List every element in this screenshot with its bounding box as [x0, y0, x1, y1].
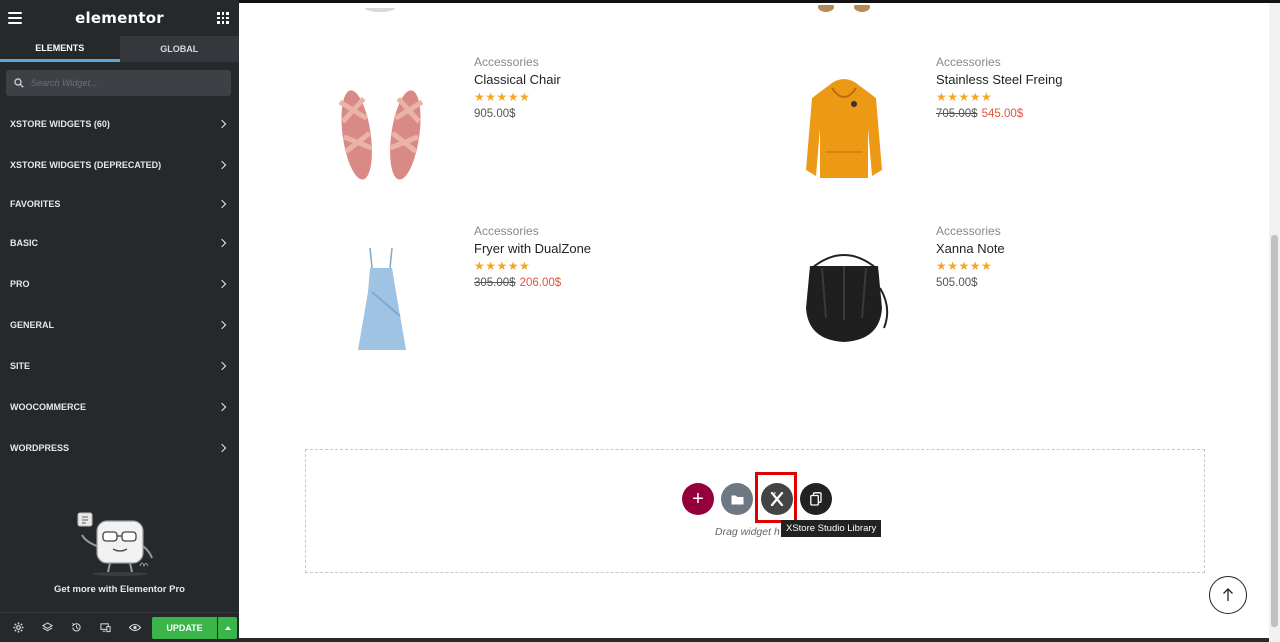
- product-price: 505.00$: [936, 277, 1005, 289]
- category-label: PRO: [10, 278, 30, 289]
- sale-price: 206.00$: [519, 277, 562, 289]
- elementor-editor: elementor ELEMENTS GLOBAL XSTORE WIDGETS…: [0, 0, 1280, 642]
- folder-icon: [731, 495, 743, 504]
- chevron-right-icon: [217, 361, 227, 370]
- category-xstore-widgets[interactable]: XSTORE WIDGETS (60): [0, 104, 239, 144]
- page-scrollbar[interactable]: [1269, 3, 1280, 642]
- product-item: Accessories Classical Chair ★★★★★ 905.00…: [474, 55, 561, 120]
- mascot-illustration-icon: [77, 512, 153, 576]
- category-general[interactable]: GENERAL: [0, 304, 239, 345]
- category-xstore-widgets-deprecated[interactable]: XSTORE WIDGETS (DEPRECATED): [0, 144, 239, 185]
- copy-paste-icon: [810, 492, 822, 506]
- product-image[interactable]: [796, 72, 892, 190]
- responsive-icon[interactable]: [91, 613, 120, 642]
- category-basic[interactable]: BASIC: [0, 222, 239, 263]
- chevron-right-icon: [217, 238, 227, 247]
- price: 505.00$: [936, 277, 978, 289]
- sidebar-footer: UPDATE: [0, 612, 239, 642]
- category-woocommerce[interactable]: WOOCOMMERCE: [0, 386, 239, 427]
- category-label: SITE: [10, 360, 31, 371]
- chevron-right-icon: [217, 119, 227, 129]
- scroll-to-top-button[interactable]: [1209, 576, 1247, 614]
- preview-eye-icon[interactable]: [120, 613, 149, 642]
- settings-icon[interactable]: [4, 613, 33, 642]
- scrollbar-thumb[interactable]: [1271, 235, 1278, 627]
- category-label: XSTORE WIDGETS (60): [10, 119, 110, 129]
- search-widget-input[interactable]: [31, 78, 221, 88]
- tooltip: XStore Studio Library: [781, 520, 882, 537]
- search-wrapper: [0, 62, 239, 102]
- caret-up-icon: [224, 625, 231, 630]
- product-category[interactable]: Accessories: [474, 55, 561, 69]
- promo-text[interactable]: Get more with Elementor Pro: [0, 584, 239, 595]
- arrow-up-icon: [1223, 588, 1233, 601]
- product-price: 905.00$: [474, 108, 561, 120]
- tab-global[interactable]: GLOBAL: [119, 36, 239, 62]
- product-category[interactable]: Accessories: [474, 224, 591, 238]
- update-options-button[interactable]: [218, 616, 237, 639]
- product-item: Accessories Stainless Steel Freing ★★★★★…: [936, 55, 1062, 120]
- product-title[interactable]: Stainless Steel Freing: [936, 72, 1062, 87]
- bottom-bar: [239, 638, 1269, 642]
- category-label: XSTORE WIDGETS (DEPRECATED): [10, 159, 162, 170]
- sidebar-header: elementor: [0, 0, 239, 36]
- search-box: [6, 70, 231, 96]
- category-wordpress[interactable]: WORDPRESS: [0, 427, 239, 468]
- add-section-button[interactable]: +: [682, 483, 714, 515]
- chevron-right-icon: [217, 320, 227, 329]
- product-image[interactable]: [340, 246, 424, 358]
- sidebar-tabs: ELEMENTS GLOBAL: [0, 36, 239, 62]
- elementor-logo: elementor: [75, 9, 164, 27]
- category-list: XSTORE WIDGETS (60) XSTORE WIDGETS (DEPR…: [0, 104, 239, 468]
- product-image-peek: [812, 0, 878, 12]
- chevron-right-icon: [217, 279, 227, 288]
- drag-widget-hint: Drag widget h: [715, 526, 780, 538]
- category-label: GENERAL: [10, 319, 55, 330]
- product-price: 705.00$ 545.00$: [936, 108, 1062, 120]
- chevron-right-icon: [217, 402, 227, 411]
- category-label: WOOCOMMERCE: [10, 401, 86, 412]
- product-title[interactable]: Fryer with DualZone: [474, 241, 591, 256]
- product-category[interactable]: Accessories: [936, 55, 1062, 69]
- rating-stars: ★★★★★: [474, 90, 531, 104]
- price: 905.00$: [474, 108, 516, 120]
- chevron-right-icon: [217, 160, 227, 169]
- product-image-peek: [360, 0, 400, 12]
- chevron-right-icon: [217, 443, 227, 452]
- product-item: Accessories Fryer with DualZone ★★★★★ 30…: [474, 224, 591, 289]
- category-pro[interactable]: PRO: [0, 263, 239, 304]
- update-button[interactable]: UPDATE: [152, 616, 217, 639]
- sale-price: 545.00$: [981, 108, 1024, 120]
- category-label: FAVORITES: [10, 198, 61, 209]
- category-label: WORDPRESS: [10, 442, 70, 453]
- product-price: 305.00$ 206.00$: [474, 277, 591, 289]
- rating-stars: ★★★★★: [936, 259, 993, 273]
- old-price: 705.00$: [936, 108, 978, 120]
- product-category[interactable]: Accessories: [936, 224, 1005, 238]
- rating-stars: ★★★★★: [936, 90, 993, 104]
- product-item: Accessories Xanna Note ★★★★★ 505.00$: [936, 224, 1005, 289]
- product-image[interactable]: [792, 248, 896, 348]
- plus-icon: +: [692, 488, 704, 510]
- category-favorites[interactable]: FAVORITES: [0, 185, 239, 222]
- rating-stars: ★★★★★: [474, 259, 531, 273]
- old-price: 305.00$: [474, 277, 516, 289]
- search-icon: [14, 78, 24, 88]
- product-title[interactable]: Classical Chair: [474, 72, 561, 87]
- history-icon[interactable]: [62, 613, 91, 642]
- category-site[interactable]: SITE: [0, 345, 239, 386]
- product-title[interactable]: Xanna Note: [936, 241, 1005, 256]
- paste-button[interactable]: [800, 483, 832, 515]
- widgets-grid-icon[interactable]: [217, 12, 229, 24]
- hamburger-menu-icon[interactable]: [8, 12, 22, 24]
- chevron-right-icon: [217, 199, 227, 208]
- elementor-sidebar: elementor ELEMENTS GLOBAL XSTORE WIDGETS…: [0, 0, 239, 642]
- product-image[interactable]: [326, 72, 436, 190]
- add-template-button[interactable]: [721, 483, 753, 515]
- tab-elements[interactable]: ELEMENTS: [0, 36, 120, 62]
- layers-icon[interactable]: [33, 613, 62, 642]
- category-label: BASIC: [10, 237, 39, 248]
- highlight-box: [755, 472, 797, 523]
